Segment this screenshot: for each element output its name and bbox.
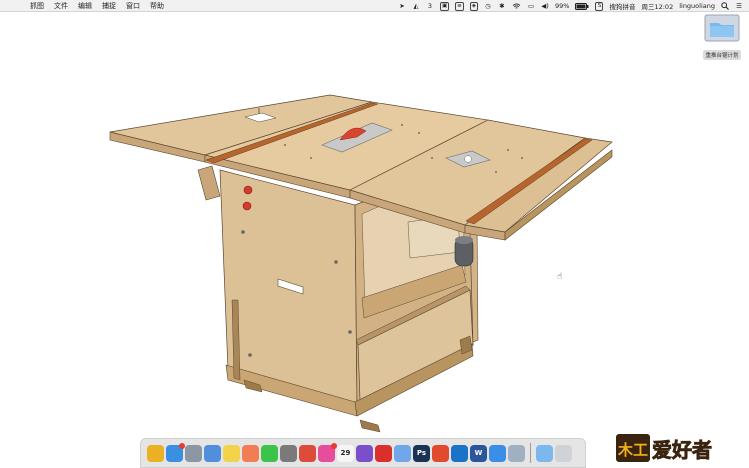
photoshop-label: Ps: [416, 449, 427, 457]
menu-item-help[interactable]: 帮助: [150, 1, 164, 11]
chrome-icon[interactable]: [299, 444, 316, 462]
calendar-label: 29: [340, 449, 351, 457]
tray-app-icon[interactable]: ▣: [439, 1, 450, 11]
battery-icon[interactable]: [575, 2, 589, 11]
menu-item-window[interactable]: 窗口: [126, 1, 140, 11]
notification-center-icon[interactable]: ☰: [735, 2, 743, 11]
safari-icon[interactable]: [489, 444, 506, 462]
sketch-icon[interactable]: [432, 444, 449, 462]
menu-item-grab[interactable]: 抓图: [30, 1, 44, 11]
menu-bar: 抓图 文件 编辑 捕捉 窗口 帮助 ➤ ◭ 3 ▣ ≡ ◈ ◷ ✱ ▭ ◀) 9…: [0, 0, 749, 12]
dock: 29 Ps W: [140, 438, 586, 468]
spotlight-search-icon[interactable]: [721, 2, 729, 11]
wifi-icon[interactable]: [512, 2, 521, 11]
mail-icon[interactable]: [204, 444, 221, 462]
mouse-cursor-icon: ☝: [557, 272, 563, 282]
user-name[interactable]: linguoliang: [679, 2, 715, 11]
dock-separator: [530, 443, 531, 463]
evernote-icon[interactable]: ◈: [469, 1, 479, 11]
clipboard-icon[interactable]: ≡: [455, 1, 464, 11]
word-icon[interactable]: W: [470, 444, 487, 462]
input-method-label[interactable]: 搜狗拼音: [609, 2, 635, 11]
folder-icon[interactable]: [536, 444, 553, 462]
sketchup-icon[interactable]: [375, 444, 392, 462]
calendar-icon[interactable]: 29: [337, 444, 354, 462]
photoshop-icon[interactable]: Ps: [413, 444, 430, 462]
notes-icon[interactable]: [223, 444, 240, 462]
xcode-icon[interactable]: [394, 444, 411, 462]
battery-percent[interactable]: 99%: [555, 2, 569, 11]
model-viewport[interactable]: ☝: [0, 13, 749, 443]
watermark-logo: 木工 爱好者: [612, 420, 747, 466]
preview-icon[interactable]: [508, 444, 525, 462]
menu-item-capture[interactable]: 捕捉: [102, 1, 116, 11]
trash-icon[interactable]: [555, 444, 572, 462]
chrome-icon[interactable]: [147, 444, 164, 462]
menu-item-edit[interactable]: 编辑: [78, 1, 92, 11]
system-preferences-icon[interactable]: [280, 444, 297, 462]
imovie-icon[interactable]: [356, 444, 373, 462]
airplay-icon[interactable]: ▭: [527, 2, 535, 11]
table-saw-model: [109, 94, 613, 433]
time-machine-icon[interactable]: ◷: [484, 2, 492, 11]
word-label: W: [474, 449, 483, 457]
adobe-icon[interactable]: ◭: [412, 2, 420, 11]
watermark-mark: 木工: [617, 441, 648, 459]
bluetooth-icon[interactable]: ✱: [498, 2, 506, 11]
clock[interactable]: 周三12:02: [641, 2, 673, 11]
notification-count[interactable]: 3: [426, 2, 434, 11]
watermark-text: 爱好者: [652, 438, 712, 462]
teamviewer-icon[interactable]: [451, 444, 468, 462]
finder-icon[interactable]: [166, 442, 185, 462]
photos-icon[interactable]: [242, 444, 259, 462]
menu-item-file[interactable]: 文件: [54, 1, 68, 11]
messages-icon[interactable]: [261, 444, 278, 462]
location-arrow-icon[interactable]: ➤: [398, 2, 406, 11]
launchpad-icon[interactable]: [185, 444, 202, 462]
input-method-icon[interactable]: S: [595, 1, 604, 11]
volume-icon[interactable]: ◀): [541, 2, 549, 11]
status-area: ➤ ◭ 3 ▣ ≡ ◈ ◷ ✱ ▭ ◀) 99% S 搜狗拼音 周三12:02 …: [398, 0, 743, 12]
itunes-icon[interactable]: [318, 442, 337, 462]
